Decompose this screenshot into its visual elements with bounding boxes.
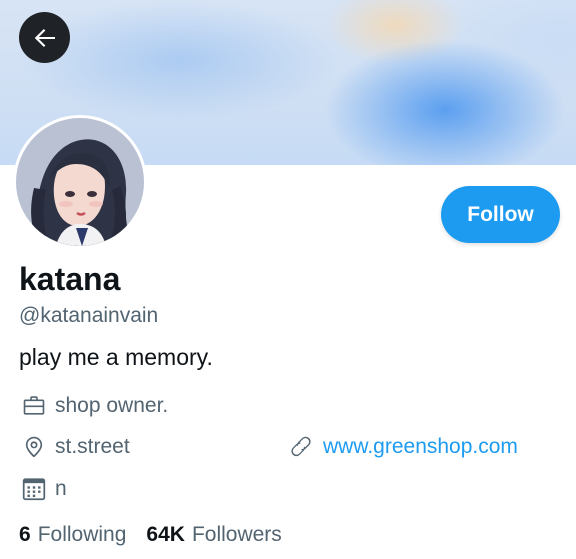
- location-pin-icon: [25, 436, 43, 458]
- calendar-icon: [22, 478, 46, 501]
- profile-stats: 6 Following 64K Followers: [19, 521, 282, 549]
- arrow-left-icon: [34, 28, 55, 47]
- joined-text: n: [55, 477, 67, 500]
- website-row[interactable]: www.greenshop.com: [289, 434, 518, 460]
- profile-handle: @katanainvain: [19, 304, 159, 327]
- back-button[interactable]: [19, 12, 70, 63]
- avatar[interactable]: [13, 115, 147, 249]
- followers-count: 64K: [146, 523, 185, 546]
- avatar-image: [16, 118, 144, 246]
- profession-row: shop owner.: [21, 393, 168, 419]
- followers-stat[interactable]: 64K Followers: [146, 521, 281, 549]
- website-link[interactable]: www.greenshop.com: [323, 434, 518, 460]
- profile-name: katana: [19, 261, 121, 297]
- link-icon: [291, 436, 311, 457]
- followers-label: Followers: [191, 523, 282, 546]
- profile-bio: play me a memory.: [19, 344, 213, 370]
- following-count: 6: [19, 523, 31, 546]
- following-label: Following: [37, 523, 127, 546]
- joined-row: n: [21, 476, 67, 502]
- follow-button[interactable]: Follow: [441, 186, 560, 243]
- location-row: st.street: [21, 434, 130, 460]
- profile-page: Follow katana @katanainvain play me a me…: [0, 0, 576, 559]
- profession-text: shop owner.: [55, 394, 169, 417]
- following-stat[interactable]: 6 Following: [19, 521, 126, 549]
- briefcase-icon: [23, 396, 45, 415]
- location-text: st.street: [55, 435, 130, 458]
